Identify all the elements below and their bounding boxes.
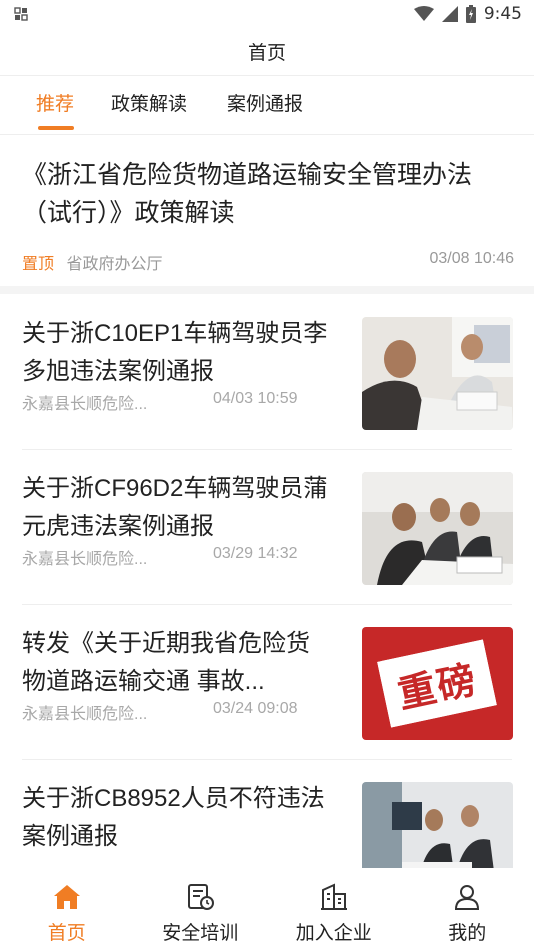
nav-mine-label: 我的	[448, 923, 487, 944]
list-item[interactable]: 关于浙C10EP1车辆驾驶员李多旭违法案例通报 永嘉县长顺危险... 04/03…	[0, 295, 534, 450]
wifi-icon	[413, 6, 434, 21]
article-thumbnail	[362, 317, 513, 430]
notification-icon	[14, 7, 28, 21]
featured-title: 《浙江省危险货物道路运输安全管理办法（试行）》政策解读	[22, 161, 473, 227]
section-divider	[0, 286, 534, 294]
app-header: 首页	[0, 28, 534, 76]
nav-safety-training-label: 安全培训	[162, 923, 239, 944]
featured-meta: 置顶 省政府办公厅 03/08 10:46	[22, 250, 514, 274]
nav-safety-training[interactable]: 安全培训	[134, 868, 268, 950]
article-time: 03/29 14:32	[213, 545, 298, 562]
tab-recommend[interactable]: 推荐	[36, 89, 74, 116]
person-icon	[455, 885, 480, 910]
status-bar: 9:45	[0, 0, 534, 28]
home-icon	[53, 885, 80, 909]
battery-icon	[465, 5, 476, 23]
article-thumbnail: 重磅	[362, 627, 513, 740]
tab-policy-interpretation[interactable]: 政策解读	[111, 89, 187, 116]
nav-home-label: 首页	[47, 923, 86, 944]
featured-article[interactable]: 《浙江省危险货物道路运输安全管理办法（试行）》政策解读 置顶 省政府办公厅 03…	[0, 136, 534, 286]
article-title: 转发《关于近期我省危险货物道路运输交通 事故...	[22, 630, 310, 695]
article-title: 关于浙C10EP1车辆驾驶员李多旭违法案例通报	[22, 320, 328, 385]
article-source: 永嘉县长顺危险...	[22, 706, 148, 723]
category-tabs: 推荐 政策解读 案例通报	[0, 77, 534, 135]
headline-stamp: 重磅	[377, 639, 498, 728]
page-title: 首页	[247, 43, 286, 64]
pinned-badge: 置顶	[22, 256, 55, 273]
article-time: 04/03 10:59	[213, 390, 298, 407]
article-time: 03/24 09:08	[213, 700, 298, 717]
nav-home[interactable]: 首页	[0, 868, 134, 950]
featured-source: 省政府办公厅	[66, 256, 163, 273]
building-icon	[320, 883, 347, 910]
tab-case-reports[interactable]: 案例通报	[227, 89, 303, 116]
article-title: 关于浙CF96D2车辆驾驶员蒲元虎违法案例通报	[22, 475, 328, 540]
active-tab-indicator	[38, 126, 74, 130]
list-item[interactable]: 关于浙CF96D2车辆驾驶员蒲元虎违法案例通报 永嘉县长顺危险... 03/29…	[0, 450, 534, 605]
bottom-nav: 首页 安全培训 加入企业 我的	[0, 868, 534, 950]
stamp-text: 重磅	[394, 657, 482, 717]
article-thumbnail	[362, 472, 513, 585]
nav-join-company[interactable]: 加入企业	[267, 868, 401, 950]
article-title: 关于浙CB8952人员不符违法案例通报	[22, 785, 325, 850]
nav-mine[interactable]: 我的	[401, 868, 534, 950]
list-item[interactable]: 转发《关于近期我省危险货物道路运输交通 事故... 永嘉县长顺危险... 03/…	[0, 605, 534, 760]
article-source: 永嘉县长顺危险...	[22, 551, 148, 568]
nav-join-company-label: 加入企业	[295, 923, 372, 944]
training-icon	[188, 884, 215, 910]
signal-icon	[441, 6, 458, 22]
article-source: 永嘉县长顺危险...	[22, 396, 148, 413]
clock: 9:45	[483, 4, 522, 24]
featured-time: 03/08 10:46	[429, 250, 514, 267]
